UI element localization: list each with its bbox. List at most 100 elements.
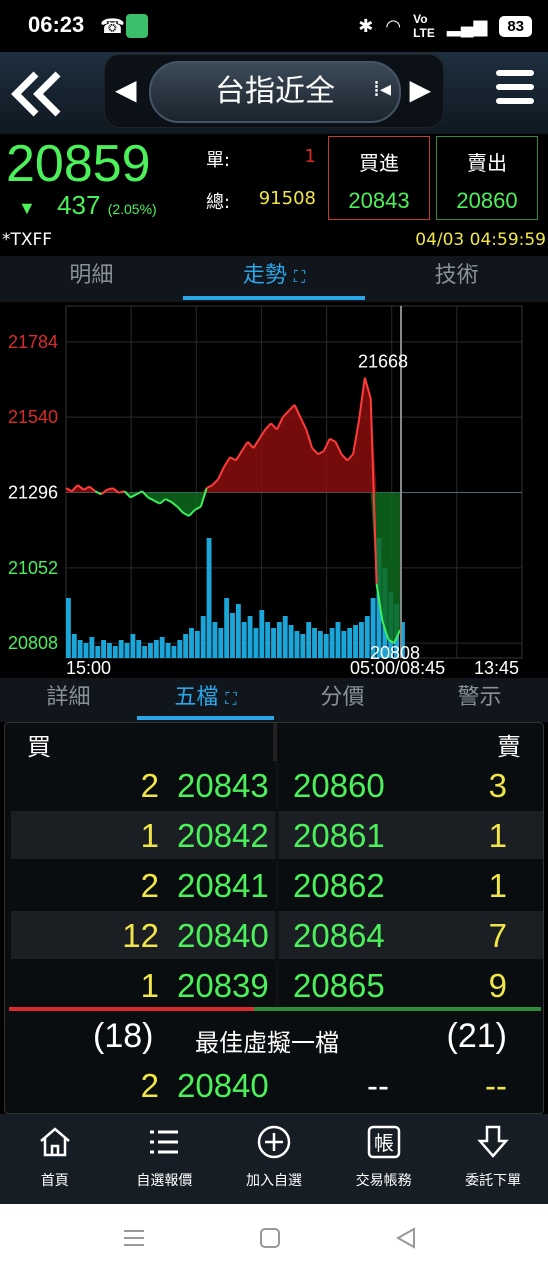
back-button[interactable] [8,66,64,122]
price-annotation: 21668 [358,352,408,372]
bid-price[interactable]: 20841 [177,867,269,905]
tab-alerts[interactable]: 警示 [411,678,548,722]
ask-qty: 1 [488,867,507,904]
tab-label: 明細 [69,263,114,288]
total-label: 總: [206,192,231,213]
volume-bar [294,631,300,658]
svg-text:帳: 帳 [374,1131,394,1155]
tab-detail[interactable]: 明細 [0,256,183,302]
volume-bar [177,640,183,658]
best-bid-qty: 2 [140,1067,159,1104]
book-tabs: 詳細 五檔 ⛶ 分價 警示 [0,678,548,722]
nav-account[interactable]: 帳 交易帳務 [329,1114,439,1204]
volume-bar [183,634,189,658]
switch-icon[interactable]: ⁞◂ [373,77,391,102]
volume-bar [224,598,230,658]
volume-bar [329,628,335,658]
volume-bar [71,634,77,658]
volume-bar [189,628,194,658]
order-book: 買 賣 2 20843 20860 3 1 20842 20861 1 2 20… [4,722,544,1114]
quote-panel: 20859 ▼ 437 (2.05%) 單: 1 總: 91508 買進 208… [0,134,548,226]
volume-bar [341,631,347,658]
volume-bar [247,616,253,658]
home-nav-icon[interactable] [258,1226,282,1254]
bid-total: (18) [93,1017,154,1055]
bid-qty: 2 [140,767,159,804]
menu-button[interactable] [496,70,534,110]
recent-apps-icon[interactable] [122,1226,146,1254]
volume-bar [300,634,306,658]
tab-five-levels[interactable]: 五檔 ⛶ [137,678,274,722]
volume-bar [230,613,235,658]
volume-bar [347,628,353,658]
volume-bar [124,643,130,658]
nav-label: 交易帳務 [355,1173,412,1189]
ask-price[interactable]: 20861 [293,817,385,855]
volume-bar [206,538,212,658]
ask-header: 賣 [497,733,521,761]
missed-call-icon: ☎ [100,16,125,38]
volume-bar [89,637,95,658]
volume-bar [353,625,358,658]
ask-price[interactable]: 20860 [293,767,385,805]
account-icon: 帳 [367,1125,400,1159]
down-triangle-icon: ▼ [18,198,36,218]
double-chevron-left-icon [11,71,61,117]
best-bid-price[interactable]: 20840 [177,1067,269,1105]
y-tick-label: 21540 [8,407,58,427]
volume-bar [218,628,224,658]
book-row: 1 20842 20861 1 [11,811,543,859]
tab-technical[interactable]: 技術 [365,256,548,302]
nav-home[interactable]: 首頁 [0,1114,110,1204]
tab-details[interactable]: 詳細 [0,678,137,722]
nav-add-watch[interactable]: 加入自選 [219,1114,329,1204]
sell-button[interactable]: 賣出 20860 [436,136,538,220]
bid-ratio-fill [9,1007,254,1011]
next-symbol-button[interactable]: ▶ [409,73,431,106]
volume-bar [271,628,276,658]
volume-bar [66,598,71,658]
volume-bar [259,610,265,658]
volume-bar [101,640,107,658]
prev-symbol-button[interactable]: ◀ [115,73,137,106]
bid-price[interactable]: 20843 [177,767,269,805]
sell-label: 賣出 [467,151,507,175]
volume-bar [241,622,247,658]
ask-price[interactable]: 20862 [293,867,385,905]
ask-price[interactable]: 20865 [293,967,385,1005]
nav-order[interactable]: 委託下單 [438,1114,548,1204]
tab-label: 五檔 [174,685,219,710]
nav-watchlist[interactable]: 自選報價 [110,1114,220,1204]
volume-bar [159,637,165,658]
volume-bar [323,634,329,658]
tab-price-volume[interactable]: 分價 [274,678,411,722]
volume-bar [317,631,323,658]
buy-label: 買進 [359,151,399,175]
tab-trend[interactable]: 走勢 ⛶ [182,256,366,302]
bid-price[interactable]: 20840 [177,917,269,955]
buy-button[interactable]: 買進 20843 [328,136,430,220]
quote-datetime: 04/03 04:59:59 [415,230,546,250]
back-nav-icon[interactable] [394,1226,418,1254]
tab-label: 技術 [434,263,479,288]
x-tick-label: 05:00/08:45 [350,658,445,678]
volume-bar [194,631,200,658]
volume-bar [253,628,259,658]
list-icon [150,1130,179,1154]
volume-bar [288,625,294,658]
bid-price[interactable]: 20839 [177,967,269,1005]
bid-qty: 1 [140,967,159,1004]
bid-qty: 12 [122,917,159,954]
bluetooth-icon: ✱ [358,15,374,36]
symbol-title-pill[interactable]: 台指近全 [149,61,401,123]
single-value: 1 [304,146,316,167]
ask-price[interactable]: 20864 [293,917,385,955]
volume-bar [107,643,112,658]
volume-bar [235,604,241,658]
volume-bar [312,628,317,658]
best-label: 最佳虛擬一檔 [195,1029,339,1057]
book-row: 2 20843 20860 3 [11,761,543,809]
trend-chart[interactable]: 21784 21540 21296 21052 20808 21668 20808 15:00… [0,302,548,678]
best-ask-qty: -- [485,1067,507,1104]
bid-price[interactable]: 20842 [177,817,269,855]
